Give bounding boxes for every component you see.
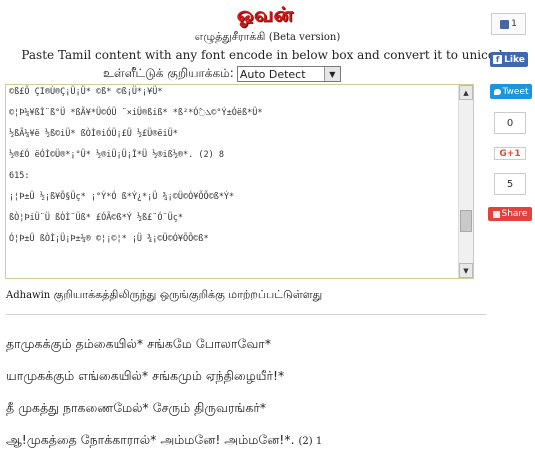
input-line: ½®£Ó ëÓÌ©Ü®*¡°Ü* ½®iÜ¡Ü¡Î*Ü ½®iß½®*. (2)… [9,150,224,160]
gplus-count: 0 [494,112,526,134]
output-line-text: ஆ!முகத்தை நோக்காரால்* அம்மனே! அம்மனே!*. [6,432,295,447]
encoding-select[interactable]: Auto Detect ▼ [236,66,341,82]
instruction-text: Paste Tamil content with any font encode… [21,48,514,62]
output-line: யாமுகக்கும் எங்கையில்* சங்கமும் ஏந்திழைய… [6,368,285,383]
chevron-down-icon[interactable]: ▼ [323,67,340,81]
input-line: ¡¦Þ±Ü ½¡ß¥Õ§Üç* ¡°Ý*Ó ß*Ý¿*¡Ü ¾¡©Ü©Ó¥ÕÕ©… [9,192,235,202]
status-message: குறியாக்கத்திலிருந்து ஒருங்குறிக்கு மாற்… [53,288,323,301]
gplus-label: G+1 [499,148,521,159]
share-button[interactable]: Share [488,207,532,221]
app-subtitle: எழுத்துசீராக்கி (Beta version) [0,30,535,45]
detected-font-name: Adhawin [6,290,51,301]
divider [6,314,486,315]
conversion-status: Adhawin குறியாக்கத்திலிருந்து ஒருங்குறிக… [6,288,322,303]
like-count-button[interactable]: 1 [491,13,526,35]
facebook-like-button[interactable]: f Like [490,52,528,67]
input-line: ßÒ¦ÞiÜ¨Ü ßÒÌ¨Üß* £ÓÃ©ß*Ý ½ß£¨Ó¨Üç* [9,213,183,223]
scroll-up-icon[interactable]: ▲ [459,85,473,100]
encoding-selected-value: Auto Detect [239,67,306,81]
encoding-label: உள்ளீட்டுக் குறியாக்கம்: [103,66,234,80]
input-line: Ó¦Þ±Ü ßÒÌ¡Ü¡Þ±¼® ©¦¡©¦* ¡Ü ¾¡©Ü©Ó¥ÕÕ©ß* [9,234,209,244]
tweet-button[interactable]: Tweet [490,84,532,99]
share-label: Share [501,209,528,219]
input-line: 615: [9,171,30,181]
share-count: 5 [494,173,526,195]
subtitle-text: எழுத்துசீராக்கி [194,30,266,43]
thumbs-up-icon [500,19,510,29]
gplus-count-value: 0 [506,117,514,129]
facebook-icon: f [493,55,503,64]
encoding-row: உள்ளீட்டுக் குறியாக்கம்: Auto Detect ▼ [103,64,341,84]
facebook-like-label: Like [504,54,525,65]
input-text-lines: ©ß£Õ ÇI®Ù®Ç¡Ü¡Ü* ©ß* ©ß¡Ü*¡¥Ü* ©¦Þ¼¥ßÌ¨ß… [9,85,454,250]
tweet-label: Tweet [502,86,529,97]
output-line: தாமுகக்கும் தம்கையில்* சங்கமே போலாவோ* [6,336,272,351]
verse-number: (2) 1 [298,436,323,447]
textarea-scrollbar[interactable]: ▲ ▼ [458,85,473,278]
beta-label: (Beta version) [268,32,341,43]
gplus-button[interactable]: G+1 [494,147,526,160]
scrollbar-thumb[interactable] [460,210,472,232]
output-text: தாமுகக்கும் தம்கையில்* சங்கமே போலாவோ* யா… [6,334,322,462]
input-line: ½ßÃ¼¥ë ½ß©iÜ* ßÒÌ®iÓÜ¡£Ü ½£Ü®ëiÜ* [9,129,178,139]
input-textarea[interactable]: ©ß£Õ ÇI®Ù®Ç¡Ü¡Ü* ©ß* ©ß¡Ü*¡¥Ü* ©¦Þ¼¥ßÌ¨ß… [5,84,474,279]
input-line: ©¦Þ¼¥ßÌ¨ß°Ü *ßÃ¥*Ü©ÓÜ ¨×iÜ®ßiß* *ß²*Ó߮ܠ©… [9,108,263,118]
app-logo: ஓவன் [236,2,294,26]
input-line: ©ß£Õ ÇI®Ù®Ç¡Ü¡Ü* ©ß* ©ß¡Ü*¡¥Ü* [9,87,163,97]
scroll-down-icon[interactable]: ▼ [459,263,473,278]
like-count: 1 [511,19,517,29]
share-count-value: 5 [506,178,514,190]
twitter-bird-icon [493,88,501,95]
share-icon [492,210,500,218]
output-line: தீ முகத்து நாகணைமேல்* சேரும் திருவரங்கர்… [6,400,267,415]
output-line: ஆ!முகத்தை நோக்காரால்* அம்மனே! அம்மனே!*. … [6,430,322,462]
